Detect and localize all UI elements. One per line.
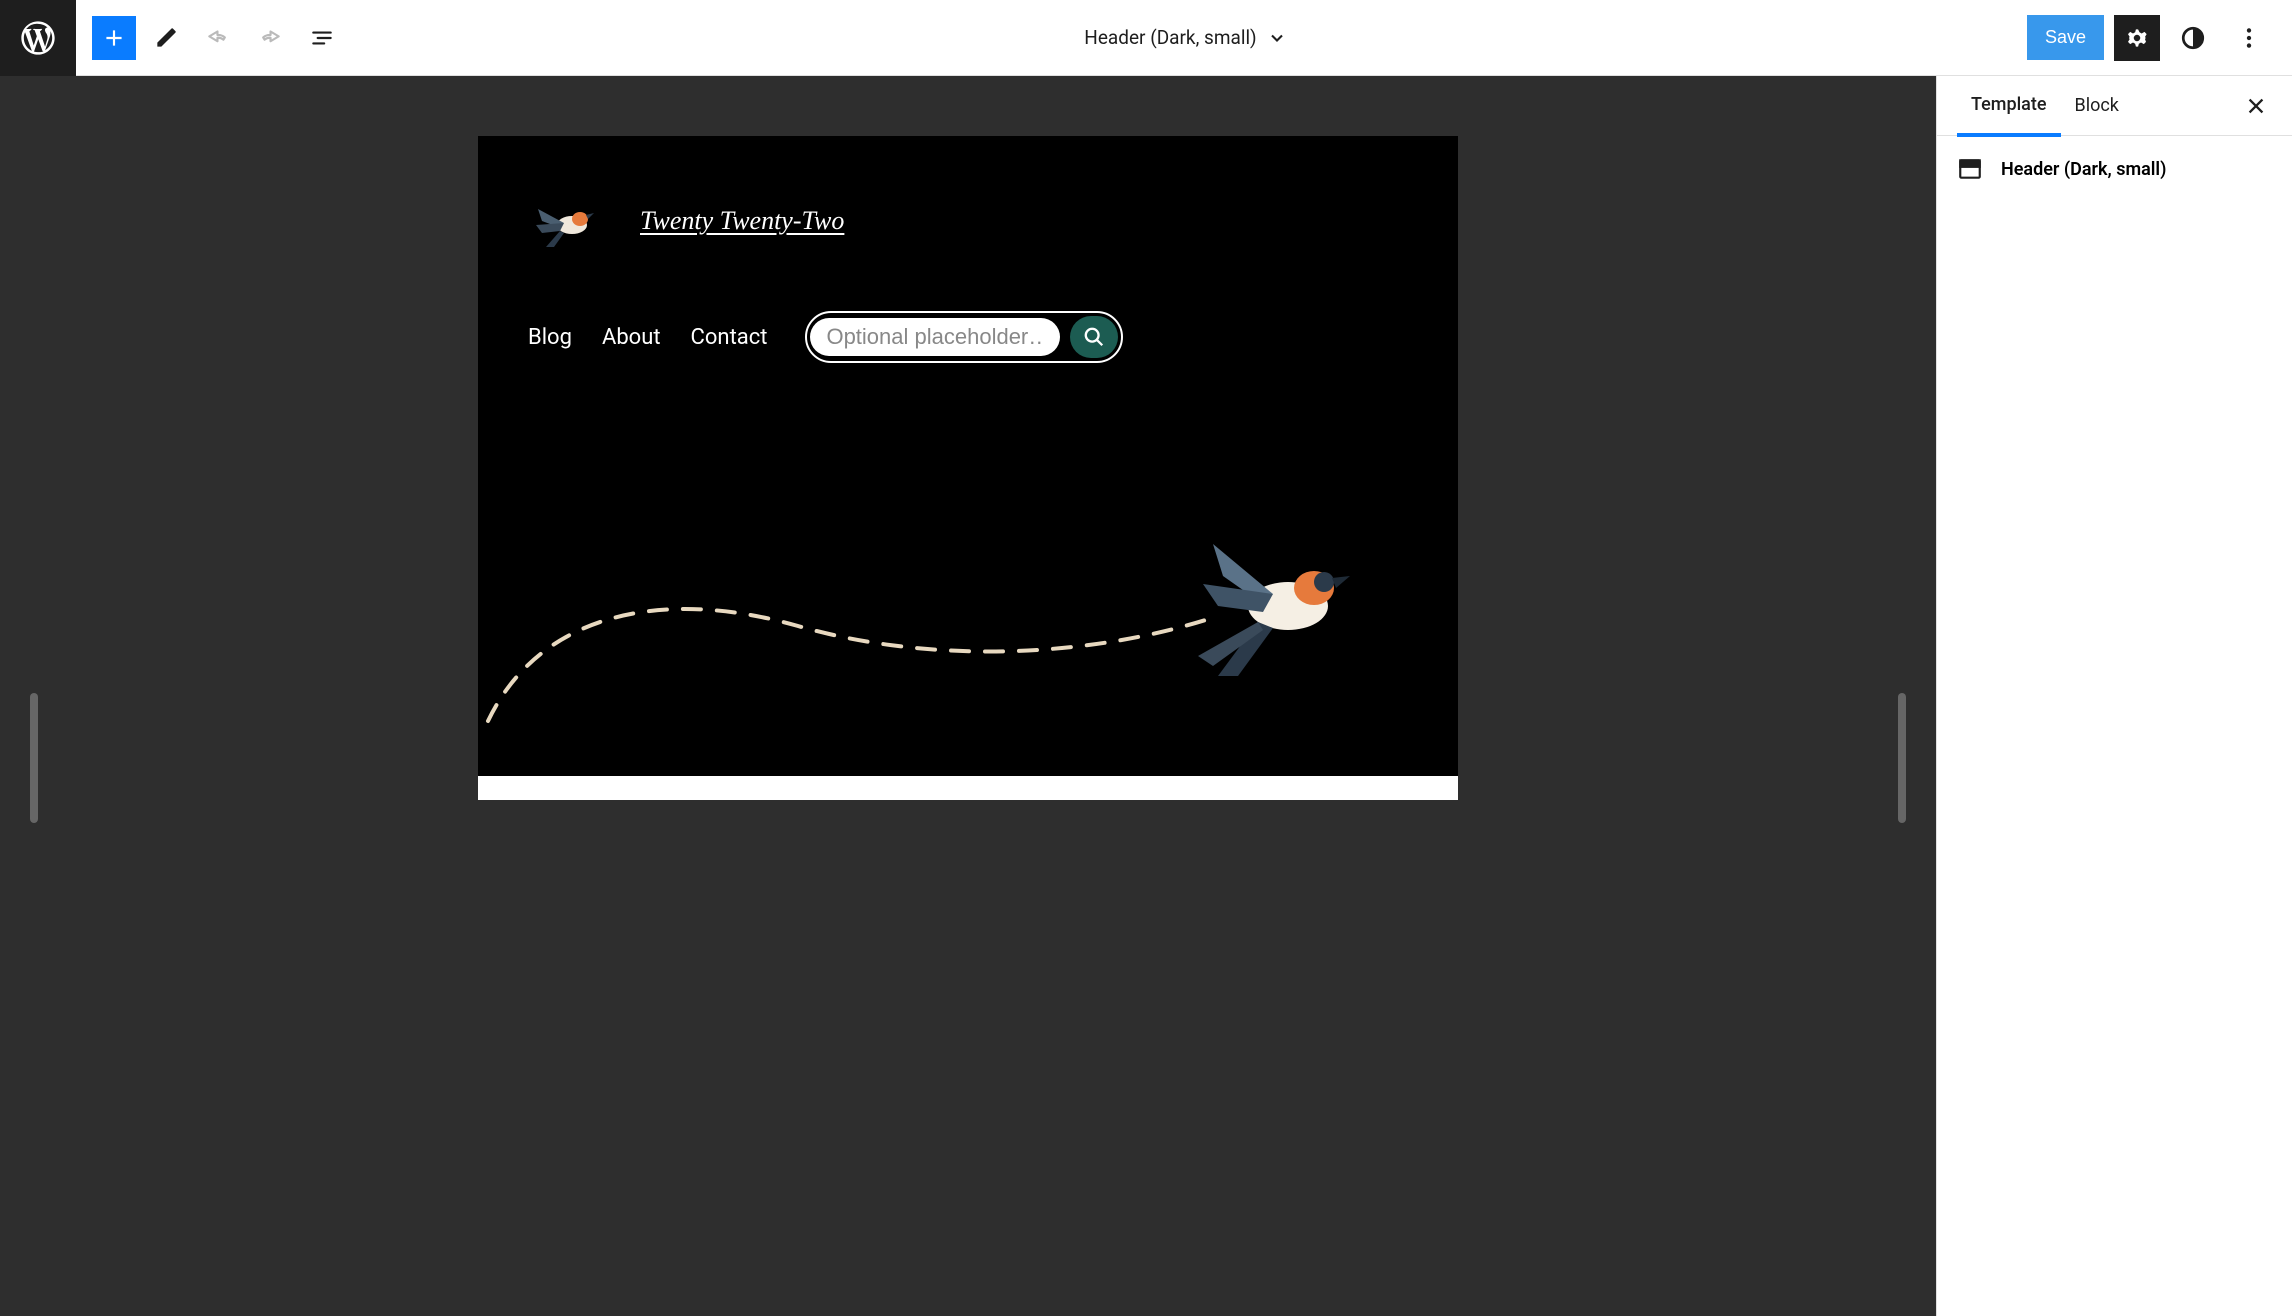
nav-link-about[interactable]: About <box>602 325 661 350</box>
search-block <box>805 311 1123 363</box>
wordpress-logo-button[interactable] <box>0 0 76 76</box>
search-icon <box>1083 326 1105 348</box>
sidebar-body: Header (Dark, small) <box>1937 136 2292 202</box>
list-view-button[interactable] <box>300 16 344 60</box>
template-name-label: Header (Dark, small) <box>2001 159 2166 180</box>
list-view-icon <box>309 25 335 51</box>
nav-link-blog[interactable]: Blog <box>528 325 572 350</box>
undo-icon <box>205 25 231 51</box>
template-preview[interactable]: Twenty Twenty-Two Blog About Contact <box>478 136 1458 776</box>
resize-handle-right[interactable] <box>1898 693 1906 823</box>
preview-footer-whitespace <box>478 776 1458 800</box>
gear-icon <box>2124 25 2150 51</box>
topbar-left-tools <box>76 16 344 60</box>
chevron-down-icon <box>1267 28 1287 48</box>
search-submit-button[interactable] <box>1070 316 1118 358</box>
navigation-row: Blog About Contact <box>528 311 1408 363</box>
close-icon <box>2245 95 2267 117</box>
more-options-button[interactable] <box>2226 15 2272 61</box>
search-input[interactable] <box>810 318 1060 356</box>
site-logo[interactable] <box>528 191 608 251</box>
canvas-area: Twenty Twenty-Two Blog About Contact <box>0 76 1936 1316</box>
undo-button[interactable] <box>196 16 240 60</box>
pencil-icon <box>153 25 179 51</box>
bird-icon <box>528 191 608 251</box>
site-header-row: Twenty Twenty-Two <box>528 191 1408 251</box>
save-button[interactable]: Save <box>2027 15 2104 60</box>
redo-button[interactable] <box>248 16 292 60</box>
plus-icon <box>101 25 127 51</box>
document-title: Header (Dark, small) <box>1084 26 1256 49</box>
document-title-dropdown[interactable]: Header (Dark, small) <box>344 26 2027 49</box>
close-sidebar-button[interactable] <box>2240 90 2272 122</box>
more-vertical-icon <box>2236 25 2262 51</box>
editor-top-bar: Header (Dark, small) Save <box>0 0 2292 76</box>
header-block-icon <box>1957 156 1983 182</box>
tab-block[interactable]: Block <box>2061 77 2133 134</box>
add-block-button[interactable] <box>92 16 136 60</box>
tab-template[interactable]: Template <box>1957 76 2061 137</box>
template-info-row[interactable]: Header (Dark, small) <box>1957 156 2272 182</box>
edit-tool-button[interactable] <box>144 16 188 60</box>
wordpress-icon <box>18 18 58 58</box>
site-title-link[interactable]: Twenty Twenty-Two <box>640 206 844 236</box>
nav-link-contact[interactable]: Contact <box>691 325 768 350</box>
redo-icon <box>257 25 283 51</box>
settings-button[interactable] <box>2114 15 2160 61</box>
styles-button[interactable] <box>2170 15 2216 61</box>
decorative-bird-illustration <box>478 466 1458 726</box>
topbar-right-tools: Save <box>2027 15 2292 61</box>
resize-handle-left[interactable] <box>30 693 38 823</box>
canvas-frame: Twenty Twenty-Two Blog About Contact <box>478 136 1458 800</box>
sidebar-tabs: Template Block <box>1937 76 2292 136</box>
editor-workspace: Twenty Twenty-Two Blog About Contact <box>0 76 2292 1316</box>
settings-sidebar: Template Block Header (Dark, small) <box>1936 76 2292 1316</box>
contrast-icon <box>2180 25 2206 51</box>
